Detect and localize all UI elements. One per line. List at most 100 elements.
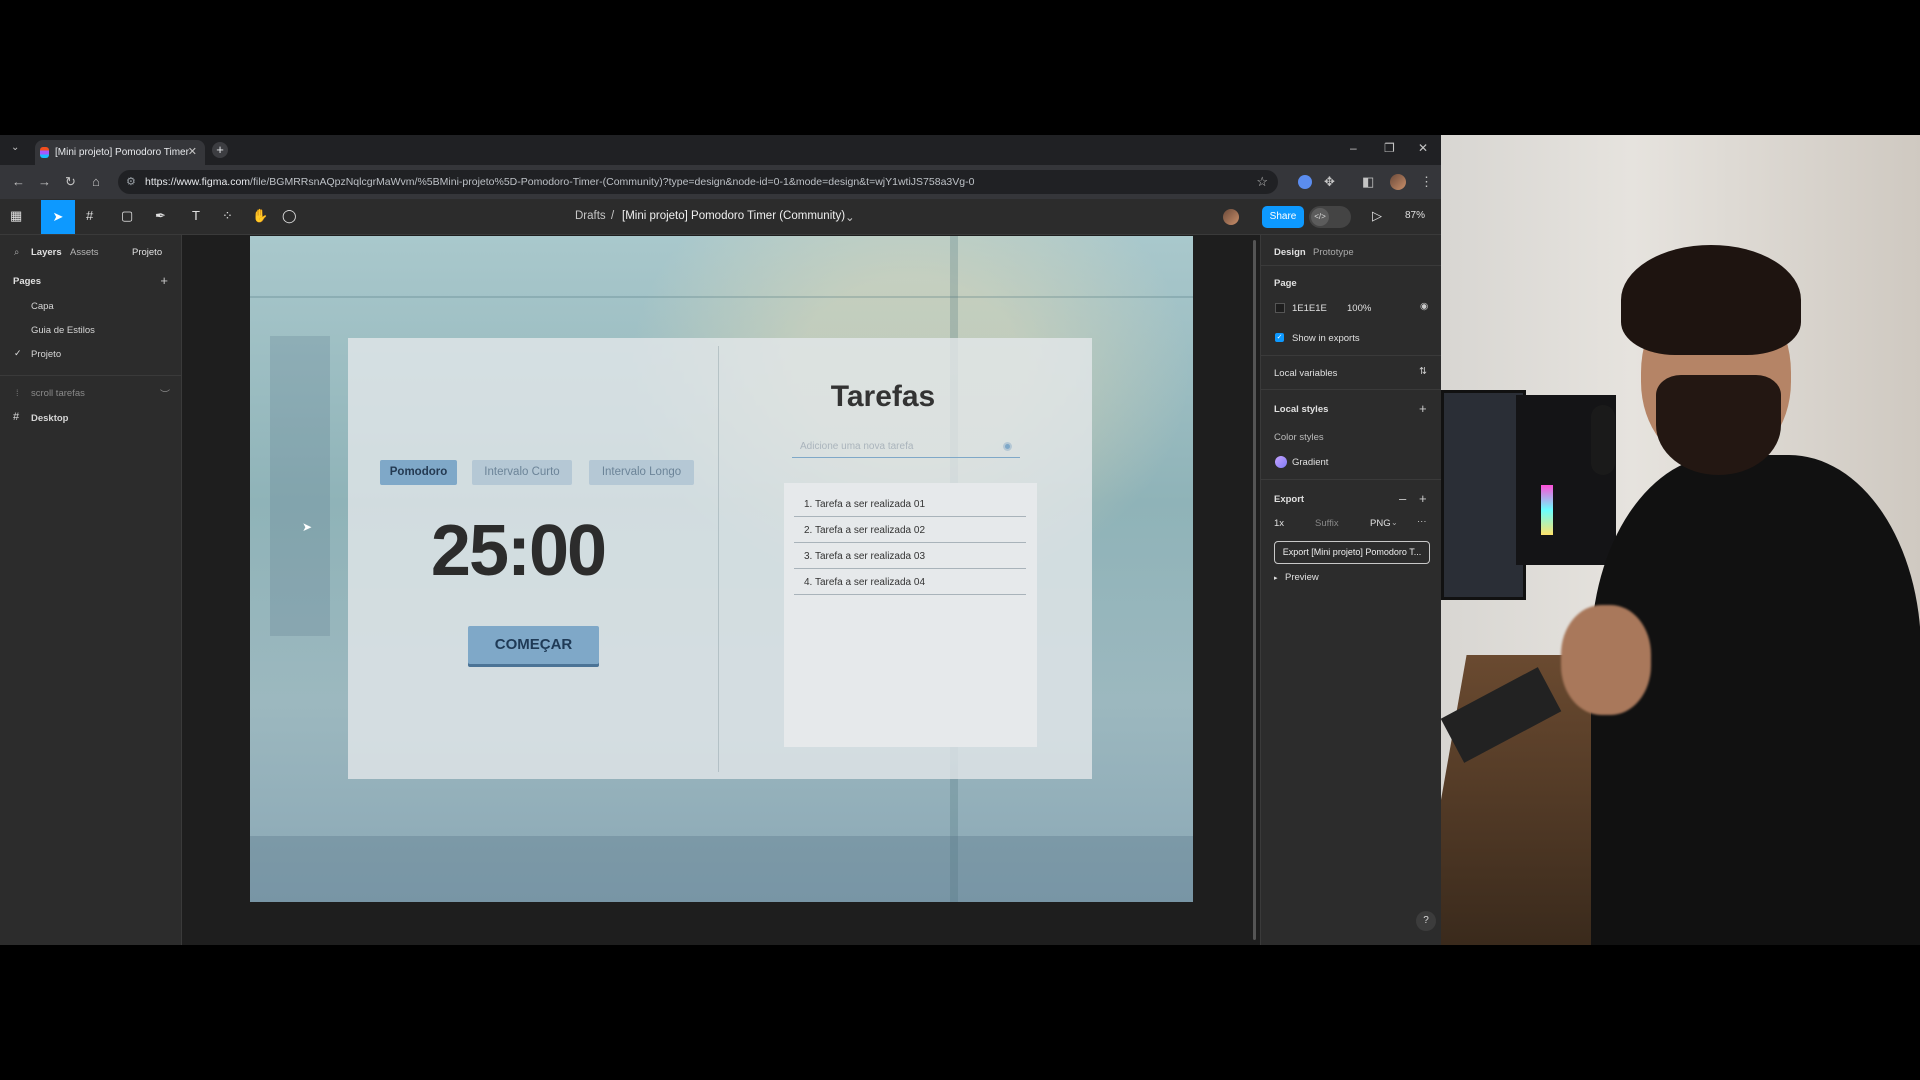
help-button[interactable]: ? xyxy=(1416,911,1436,931)
present-play-icon[interactable]: ▷ xyxy=(1372,208,1382,224)
profile-avatar[interactable] xyxy=(1390,174,1406,190)
variables-settings-icon[interactable]: ⇅ xyxy=(1419,366,1427,377)
visibility-off-icon[interactable]: ︶ xyxy=(160,386,170,401)
page-bg-swatch[interactable] xyxy=(1275,303,1285,313)
task-item[interactable]: 3. Tarefa a ser realizada 03 xyxy=(794,543,1026,569)
desktop-frame[interactable]: Pomodoro Intervalo Curto Intervalo Longo… xyxy=(250,236,1193,902)
bookmark-star-icon[interactable]: ☆ xyxy=(1256,174,1268,190)
bg-bookshelf xyxy=(270,336,330,636)
rgb-lights-image xyxy=(1541,485,1553,535)
tab-assets[interactable]: Assets xyxy=(70,247,99,258)
local-variables-label[interactable]: Local variables xyxy=(1274,368,1337,379)
page-item-guia[interactable]: Guia de Estilos xyxy=(31,325,95,336)
browser-tab[interactable]: [Mini projeto] Pomodoro Timer ✕ xyxy=(35,140,205,165)
mode-pomodoro-button[interactable]: Pomodoro xyxy=(380,460,457,485)
format-chevron-icon[interactable]: ⌄ xyxy=(1391,518,1398,527)
home-icon[interactable]: ⌂ xyxy=(92,174,100,189)
reload-icon[interactable]: ↻ xyxy=(65,174,76,190)
zoom-level[interactable]: 87% xyxy=(1405,210,1425,221)
site-info-icon[interactable]: ⚙ xyxy=(126,175,136,188)
export-heading: Export xyxy=(1274,494,1305,505)
page-selector[interactable]: Projeto xyxy=(132,247,162,258)
design-canvas[interactable]: Pomodoro Intervalo Curto Intervalo Longo… xyxy=(182,235,1260,945)
panel-divider xyxy=(1261,355,1441,356)
export-format[interactable]: PNG xyxy=(1370,518,1391,529)
move-tool-icon[interactable]: ➤ xyxy=(41,200,75,234)
file-title[interactable]: [Mini projeto] Pomodoro Timer (Community… xyxy=(622,210,845,222)
new-tab-button[interactable]: + xyxy=(212,142,228,158)
tab-close-icon[interactable]: ✕ xyxy=(188,145,197,158)
gradient-style-icon xyxy=(1275,456,1287,468)
browser-menu-icon[interactable]: ⋮ xyxy=(1420,174,1433,190)
forward-icon[interactable]: → xyxy=(38,174,51,189)
remove-export-icon[interactable]: – xyxy=(1399,491,1406,506)
webcam-overlay xyxy=(1441,135,1920,945)
current-page-check-icon: ✓ xyxy=(14,348,22,358)
background-monitor-image xyxy=(1441,390,1526,600)
back-icon[interactable]: ← xyxy=(12,174,25,189)
tab-prototype[interactable]: Prototype xyxy=(1313,247,1354,258)
gradient-style-item[interactable]: Gradient xyxy=(1292,457,1328,468)
export-scale[interactable]: 1x xyxy=(1274,518,1284,529)
add-task-icon[interactable] xyxy=(1003,442,1012,451)
share-button[interactable]: Share xyxy=(1262,206,1304,228)
layer-scroll-tarefas[interactable]: scroll tarefas xyxy=(31,388,85,399)
page-bg-opacity[interactable]: 100% xyxy=(1347,303,1371,314)
export-suffix-field[interactable]: Suffix xyxy=(1315,518,1339,529)
eye-icon[interactable]: ◉ xyxy=(1420,301,1428,312)
preview-caret-icon[interactable]: ▸ xyxy=(1274,574,1278,582)
pen-tool-icon[interactable]: ✒ xyxy=(155,208,166,224)
address-bar-row: ← → ↻ ⌂ ⚙ https://www.figma.com/file/BGM… xyxy=(0,165,1441,199)
layer-desktop[interactable]: Desktop xyxy=(31,413,68,424)
text-tool-icon[interactable]: T xyxy=(192,208,200,223)
start-button[interactable]: COMEÇAR xyxy=(468,626,599,664)
tab-layers[interactable]: Layers xyxy=(31,247,62,258)
url-field[interactable]: ⚙ https://www.figma.com/file/BGMRRsnAQpz… xyxy=(118,170,1278,194)
collaborator-avatar[interactable] xyxy=(1223,209,1239,225)
page-item-projeto[interactable]: Projeto xyxy=(31,349,61,360)
preview-toggle[interactable]: Preview xyxy=(1285,572,1319,583)
comment-tool-icon[interactable]: ◯ xyxy=(282,208,297,224)
minimize-icon[interactable]: – xyxy=(1350,141,1357,155)
puzzle-extensions-icon[interactable]: ✥ xyxy=(1324,174,1335,190)
presenter-hair xyxy=(1621,245,1801,355)
page-item-capa[interactable]: Capa xyxy=(31,301,54,312)
hand-tool-icon[interactable]: ✋ xyxy=(252,208,268,224)
add-page-icon[interactable]: + xyxy=(160,273,168,288)
frame-tool-icon[interactable]: # xyxy=(86,208,93,223)
new-task-input[interactable]: Adicione uma nova tarefa xyxy=(792,438,1020,458)
frame-icon: # xyxy=(13,411,20,423)
breadcrumb-drafts[interactable]: Drafts xyxy=(575,210,606,222)
url-path: /file/BGMRRsnAQpzNqlcgrMaWvm/%5BMini-pro… xyxy=(250,176,975,188)
side-panel-icon[interactable]: ◧ xyxy=(1362,174,1374,190)
page-bg-hex[interactable]: 1E1E1E xyxy=(1292,303,1327,314)
show-in-exports-checkbox[interactable]: ✓ xyxy=(1275,333,1284,342)
breadcrumb-separator: / xyxy=(611,210,615,222)
task-item[interactable]: 2. Tarefa a ser realizada 02 xyxy=(794,517,1026,543)
resources-icon[interactable]: ⁘ xyxy=(222,208,233,224)
hidden-layer-icon: ⁞ xyxy=(16,388,19,398)
timer-display: 25:00 xyxy=(430,511,607,591)
export-button[interactable]: Export [Mini projeto] Pomodoro T... xyxy=(1274,541,1430,564)
bg-desk xyxy=(250,836,1193,902)
file-menu-chevron-icon[interactable]: ⌄ xyxy=(845,210,855,224)
canvas-scrollbar[interactable] xyxy=(1253,240,1256,940)
tab-design[interactable]: Design xyxy=(1274,247,1306,258)
restore-icon[interactable]: ❐ xyxy=(1384,141,1395,155)
tab-search-icon[interactable]: ⌄ xyxy=(11,142,19,153)
task-item[interactable]: 1. Tarefa a ser realizada 01 xyxy=(794,491,1026,517)
shape-tool-icon[interactable]: ▢ xyxy=(121,208,133,224)
add-style-icon[interactable]: + xyxy=(1419,401,1427,416)
search-icon[interactable]: ⌕ xyxy=(14,247,19,258)
mode-short-break-button[interactable]: Intervalo Curto xyxy=(472,460,572,485)
dev-mode-toggle[interactable]: </> xyxy=(1309,206,1351,228)
add-export-icon[interactable]: + xyxy=(1419,491,1427,506)
export-settings-icon[interactable]: ··· xyxy=(1417,516,1427,527)
window-close-icon[interactable]: ✕ xyxy=(1418,141,1428,155)
mode-long-break-button[interactable]: Intervalo Longo xyxy=(589,460,694,485)
task-item[interactable]: 4. Tarefa a ser realizada 04 xyxy=(794,569,1026,595)
presenter-beard xyxy=(1656,375,1781,475)
figma-main-menu-icon[interactable]: ▦ xyxy=(10,208,22,224)
presenter-hand xyxy=(1561,605,1651,715)
extension-icon[interactable] xyxy=(1298,175,1312,189)
